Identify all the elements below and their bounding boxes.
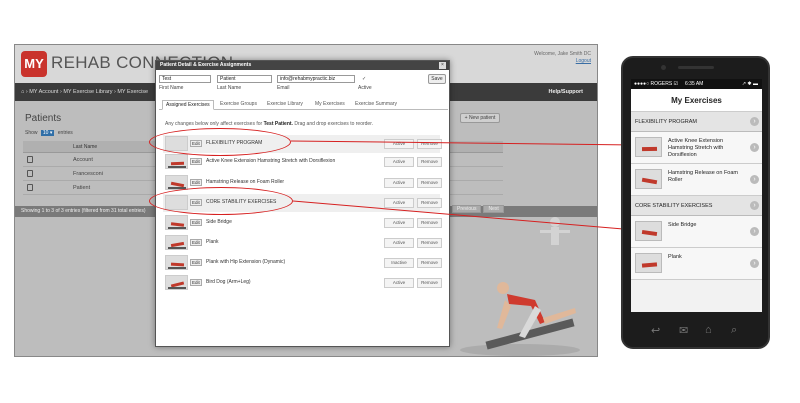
speaker-icon [678,66,714,69]
status-time: 6:35 AM [685,81,704,87]
exercise-thumbnail [635,169,662,189]
phone-nav-buttons: ↩ ✉ ⌂ ⌕ [623,320,768,344]
phone-exercise-list: FLEXIBILITY PROGRAM › Active Knee Extensio… [631,112,762,280]
phone-device: ●●●●○ ROGERS ☑ 6:35 AM ↗ ✱ ▬ My Exercise… [621,56,770,349]
page-title: My Exercises [631,89,762,112]
exercise-name: Active Knee Extension Hamstring Stretch … [668,138,724,158]
exercise-thumbnail [635,137,662,157]
exercise-thumbnail [635,221,662,241]
camera-icon [661,65,666,70]
phone-exercise-row[interactable]: Active Knee Extension Hamstring Stretch … [631,132,762,164]
search-icon[interactable]: ⌕ [731,324,737,337]
phone-exercise-row[interactable]: Plank › [631,248,762,280]
chevron-right-icon[interactable]: › [750,175,759,184]
phone-exercise-row[interactable]: Side Bridge › [631,216,762,248]
exercise-name: Hamstring Release on Foam Roller [668,170,739,183]
exercise-thumbnail [635,253,662,273]
annotation-line-flexibility [290,140,636,146]
status-icons: ↗ ✱ ▬ [741,81,758,87]
exercise-name: Side Bridge [668,222,697,228]
phone-section-row[interactable]: FLEXIBILITY PROGRAM › [631,112,762,132]
section-label: FLEXIBILITY PROGRAM [635,119,697,125]
phone-screen: ●●●●○ ROGERS ☑ 6:35 AM ↗ ✱ ▬ My Exercise… [631,79,762,312]
message-icon[interactable]: ✉ [679,324,688,337]
phone-exercise-row[interactable]: Hamstring Release on Foam Roller › [631,164,762,196]
chevron-right-icon[interactable]: › [750,117,759,126]
annotation-line-core [292,200,636,231]
exercise-name: Plank [668,254,682,260]
status-bar: ●●●●○ ROGERS ☑ 6:35 AM ↗ ✱ ▬ [631,79,762,89]
chevron-right-icon[interactable]: › [750,143,759,152]
screenshot-composite: MY REHAB CONNECTION Welcome, Jake Smith … [0,0,800,403]
chevron-right-icon[interactable]: › [750,227,759,236]
phone-section-row[interactable]: CORE STABILITY EXERCISES › [631,196,762,216]
back-icon[interactable]: ↩ [651,324,660,337]
chevron-right-icon[interactable]: › [750,259,759,268]
home-icon[interactable]: ⌂ [705,324,712,336]
carrier-text: ●●●●○ ROGERS ☑ [634,81,679,87]
section-label: CORE STABILITY EXERCISES [635,203,713,209]
chevron-right-icon[interactable]: › [750,201,759,210]
